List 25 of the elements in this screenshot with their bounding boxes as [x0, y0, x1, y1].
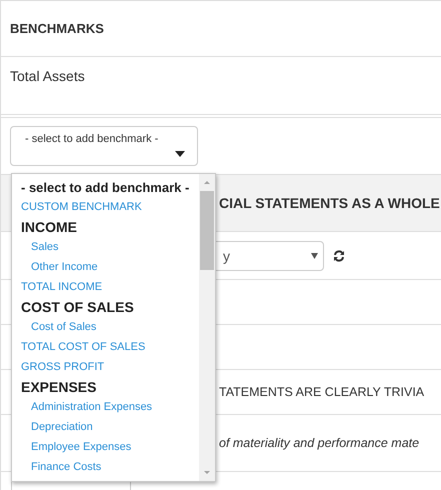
benchmark-name: Total Assets [10, 68, 85, 84]
caret-icon [175, 151, 185, 157]
dropdown-option: EXPENSES [12, 377, 199, 397]
dropdown-option: COST OF SALES [12, 297, 199, 317]
dropdown-option[interactable]: - select to add benchmark - [12, 177, 199, 197]
dropdown-option[interactable]: TOTAL COST OF SALES [12, 337, 199, 357]
dropdown-option[interactable]: Finance Costs [12, 457, 199, 477]
dropdown-option[interactable]: CUSTOM BENCHMARK [12, 197, 199, 217]
trivial-heading: TATEMENTS ARE CLEARLY TRIVIA [219, 385, 424, 399]
dropdown-option[interactable]: Administration Expenses [12, 397, 199, 417]
dropdown-option[interactable]: Employee Expenses [12, 437, 199, 457]
dropdown-option[interactable]: Cost of Sales [12, 317, 199, 337]
caret-icon [311, 252, 318, 258]
dropdown-option: INCOME [12, 217, 199, 237]
dropdown-option[interactable]: Other Income [12, 257, 199, 277]
benchmark-select[interactable]: - select to add benchmark - [10, 126, 198, 166]
dropdown-option[interactable]: Sales [12, 237, 199, 257]
refresh-icon[interactable] [333, 250, 345, 262]
section-heading: CIAL STATEMENTS AS A WHOLE [219, 195, 440, 211]
dropdown-option[interactable]: Depreciation [12, 417, 199, 437]
dropdown-option[interactable]: GROSS PROFIT [12, 357, 199, 377]
dropdown-option[interactable]: TOTAL INCOME [12, 277, 199, 297]
section-title: BENCHMARKS [10, 21, 104, 36]
materiality-note: of materiality and performance mate [219, 436, 420, 450]
scrollbar-drawing[interactable] [199, 174, 215, 481]
